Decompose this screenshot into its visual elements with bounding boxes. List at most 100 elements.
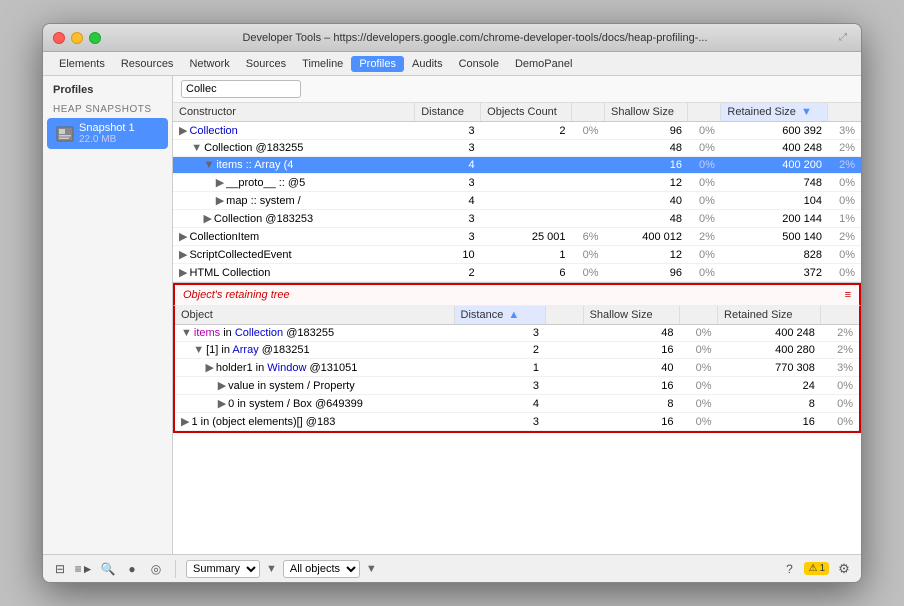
clear-icon[interactable]: ◎ xyxy=(147,560,165,578)
snapshot-info: Snapshot 1 22.0 MB xyxy=(79,122,135,145)
table-row[interactable]: ▶value in system / Property 3 16 0% 24 0… xyxy=(175,377,859,395)
devtools-window: Developer Tools – https://developers.goo… xyxy=(42,23,862,583)
search-icon[interactable]: 🔍 xyxy=(99,560,117,578)
table-row[interactable]: ▼Collection @183255 3 48 0% 400 248 2% xyxy=(173,140,861,157)
ret-sort-arrow-icon: ▲ xyxy=(508,309,519,321)
all-objects-select[interactable]: All objects xyxy=(283,560,360,578)
ret-cell-distance: 3 xyxy=(454,325,545,342)
panel-icon[interactable]: ⊟ xyxy=(51,560,69,578)
record-icon[interactable]: ● xyxy=(123,560,141,578)
cell-shallow: 96 xyxy=(604,122,687,140)
maximize-button[interactable] xyxy=(89,32,101,44)
table-row[interactable]: ▶0 in system / Box @649399 4 8 0% 8 0% xyxy=(175,395,859,413)
tree-arrow-icon[interactable]: ▶ xyxy=(216,177,224,189)
menu-audits[interactable]: Audits xyxy=(404,56,451,72)
tree-arrow-icon[interactable]: ▼ xyxy=(203,159,214,171)
menu-profiles[interactable]: Profiles xyxy=(351,56,404,72)
tree-arrow-icon[interactable]: ▶ xyxy=(205,362,213,374)
tree-indent xyxy=(179,195,216,207)
tree-arrow-icon[interactable]: ▶ xyxy=(181,416,189,428)
row-name: 0 in system / Box @649399 xyxy=(228,398,363,410)
retaining-header-row: Object Distance ▲ Shallow Size Retained … xyxy=(175,306,859,325)
tree-arrow-icon[interactable]: ▼ xyxy=(191,142,202,154)
cell-objects xyxy=(481,140,572,157)
tree-arrow-icon[interactable]: ▶ xyxy=(179,231,187,243)
tree-indent xyxy=(181,344,193,356)
settings-icon[interactable]: ⚙ xyxy=(835,560,853,578)
cell-shallow-pct: 0% xyxy=(688,264,721,282)
ret-cell-shallow: 8 xyxy=(583,395,679,413)
ret-cell-retained: 400 248 xyxy=(718,325,821,342)
cell-retained-pct: 2% xyxy=(828,228,861,246)
menu-timeline[interactable]: Timeline xyxy=(294,56,351,72)
table-row[interactable]: ▼[1] in Array @183251 2 16 0% 400 280 2% xyxy=(175,342,859,359)
ret-cell-distpct xyxy=(545,325,583,342)
ret-cell-shallow: 16 xyxy=(583,377,679,395)
cell-obj-pct xyxy=(572,192,605,210)
cell-objects: 1 xyxy=(481,246,572,264)
table-row[interactable]: ▶Collection @183253 3 48 0% 200 144 1% xyxy=(173,210,861,228)
cell-distance: 3 xyxy=(415,228,481,246)
stack-icon[interactable]: ≡► xyxy=(75,560,93,578)
help-icon[interactable]: ? xyxy=(780,560,798,578)
ret-cell-distpct xyxy=(545,395,583,413)
tree-arrow-icon[interactable]: ▶ xyxy=(179,267,187,279)
filter-bar xyxy=(173,76,861,103)
tree-arrow-icon[interactable]: ▶ xyxy=(179,249,187,261)
sidebar-item-snapshot1[interactable]: Snapshot 1 22.0 MB xyxy=(47,118,168,149)
cell-retained: 400 200 xyxy=(721,157,828,174)
tree-arrow-icon[interactable]: ▶ xyxy=(218,398,226,410)
cell-objects xyxy=(481,192,572,210)
menu-bar: Elements Resources Network Sources Timel… xyxy=(43,52,861,76)
row-name: map :: system / xyxy=(226,195,301,207)
cell-obj-pct xyxy=(572,140,605,157)
ret-cell-retained: 16 xyxy=(718,413,821,431)
cell-objects xyxy=(481,174,572,192)
cell-constructor: ▶CollectionItem xyxy=(173,228,415,246)
tree-arrow-icon[interactable]: ▶ xyxy=(218,380,226,392)
table-row[interactable]: ▼items in Collection @183255 3 48 0% 400… xyxy=(175,325,859,342)
cell-shallow-pct: 0% xyxy=(688,122,721,140)
table-row[interactable]: ▶map :: system / 4 40 0% 104 0% xyxy=(173,192,861,210)
table-row[interactable]: ▶Collection 3 2 0% 96 0% 600 392 3% xyxy=(173,122,861,140)
close-button[interactable] xyxy=(53,32,65,44)
menu-demopanel[interactable]: DemoPanel xyxy=(507,56,580,72)
table-row[interactable]: ▶HTML Collection 2 6 0% 96 0% 372 0% xyxy=(173,264,861,282)
ret-cell-retained-pct: 0% xyxy=(821,377,859,395)
col-header-retained[interactable]: Retained Size ▼ xyxy=(721,103,828,122)
table-row[interactable]: ▶holder1 in Window @131051 1 40 0% 770 3… xyxy=(175,359,859,377)
col-header-shallow: Shallow Size xyxy=(604,103,687,122)
col-header-shallowpct xyxy=(688,103,721,122)
menu-console[interactable]: Console xyxy=(451,56,507,72)
table-row[interactable]: ▼items :: Array (4 4 16 0% 400 200 2% xyxy=(173,157,861,174)
tree-arrow-icon[interactable]: ▶ xyxy=(179,125,187,137)
tree-arrow-icon[interactable]: ▼ xyxy=(181,327,192,339)
ret-cell-retained-pct: 2% xyxy=(821,325,859,342)
tree-arrow-icon[interactable]: ▼ xyxy=(193,344,204,356)
ret-cell-distance: 2 xyxy=(454,342,545,359)
summary-select[interactable]: Summary xyxy=(186,560,260,578)
table-row[interactable]: ▶__proto__ :: @5 3 12 0% 748 0% xyxy=(173,174,861,192)
minimize-button[interactable] xyxy=(71,32,83,44)
ret-cell-distpct xyxy=(545,377,583,395)
cell-retained-pct: 2% xyxy=(828,157,861,174)
ret-cell-distance: 3 xyxy=(454,377,545,395)
filter-input[interactable] xyxy=(181,80,301,98)
col-header-objpct xyxy=(572,103,605,122)
cell-retained-pct: 2% xyxy=(828,140,861,157)
ret-col-distance[interactable]: Distance ▲ xyxy=(454,306,545,325)
menu-sources[interactable]: Sources xyxy=(238,56,294,72)
table-row[interactable]: ▶1 in (object elements)[] @183 3 16 0% 1… xyxy=(175,413,859,431)
menu-network[interactable]: Network xyxy=(181,56,237,72)
cell-obj-pct xyxy=(572,157,605,174)
cell-shallow: 48 xyxy=(604,140,687,157)
tree-arrow-icon[interactable]: ▶ xyxy=(216,195,224,207)
ret-cell-object: ▶0 in system / Box @649399 xyxy=(175,395,454,413)
tree-arrow-icon[interactable]: ▶ xyxy=(203,213,211,225)
menu-resources[interactable]: Resources xyxy=(113,56,182,72)
menu-elements[interactable]: Elements xyxy=(51,56,113,72)
cell-distance: 3 xyxy=(415,122,481,140)
ret-cell-retained-pct: 0% xyxy=(821,395,859,413)
table-row[interactable]: ▶CollectionItem 3 25 001 6% 400 012 2% 5… xyxy=(173,228,861,246)
table-row[interactable]: ▶ScriptCollectedEvent 10 1 0% 12 0% 828 … xyxy=(173,246,861,264)
